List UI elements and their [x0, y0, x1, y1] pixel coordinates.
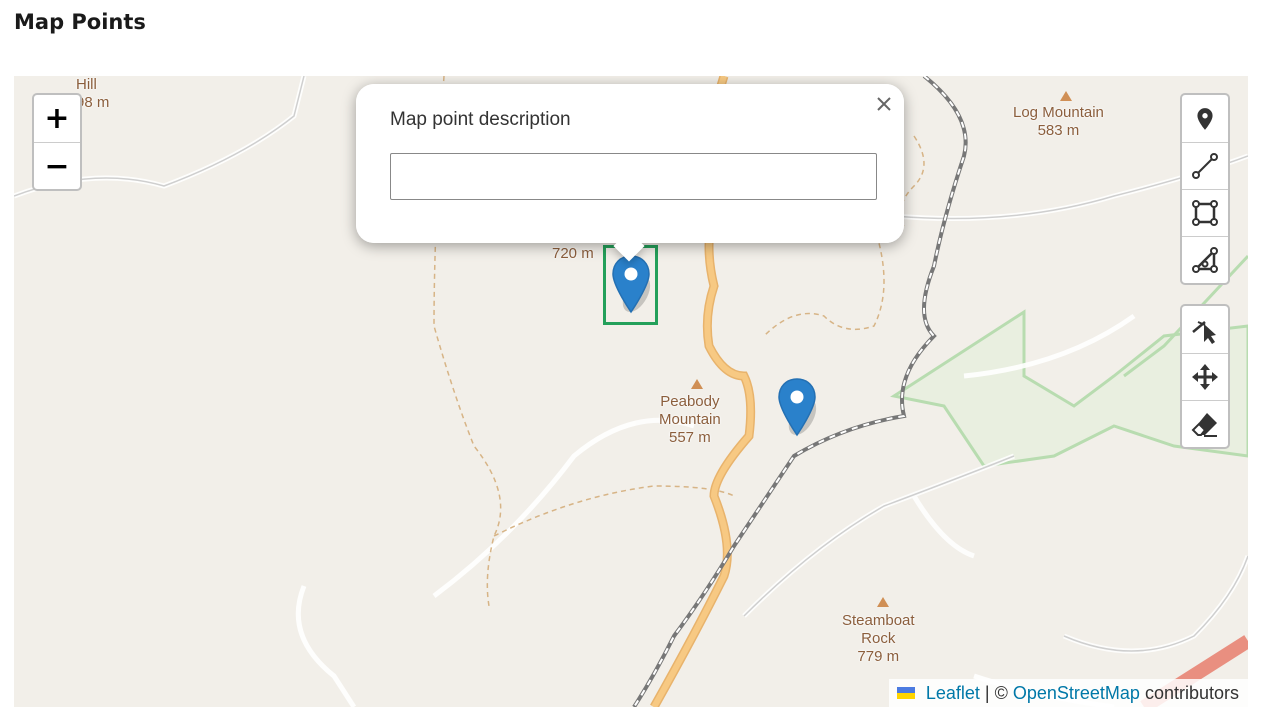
- openstreetmap-link[interactable]: OpenStreetMap: [1013, 683, 1140, 704]
- popup-label: Map point description: [390, 109, 571, 130]
- leaflet-link[interactable]: Leaflet: [926, 683, 980, 704]
- erase-button[interactable]: [1182, 400, 1228, 447]
- zoom-out-button[interactable]: −: [34, 142, 80, 189]
- drag-button[interactable]: [1182, 353, 1228, 400]
- cut-icon: [1192, 320, 1216, 344]
- description-input[interactable]: [390, 153, 877, 200]
- label-720m: 720 m: [552, 245, 594, 263]
- label-log-mountain-text: Log Mountain 583 m: [1013, 104, 1104, 139]
- cut-button[interactable]: [1182, 306, 1228, 353]
- label-steamboat: Steamboat Rock 779 m: [842, 612, 915, 666]
- map-container[interactable]: Hill 98 m 720 m Log Mountain 583 m Peabo…: [14, 76, 1248, 707]
- draw-polygon-button[interactable]: [1182, 236, 1228, 283]
- draw-rectangle-button[interactable]: [1182, 189, 1228, 236]
- edit-toolbar: [1180, 304, 1230, 449]
- popup-content: Map point description: [356, 84, 904, 243]
- zoom-in-button[interactable]: +: [34, 95, 80, 142]
- close-icon[interactable]: [874, 94, 894, 114]
- label-steamboat-text: Steamboat Rock 779 m: [842, 612, 915, 665]
- label-peabody-text: Peabody Mountain 557 m: [659, 393, 721, 446]
- polygon-icon: [1192, 247, 1218, 273]
- peak-icon: [1060, 91, 1072, 101]
- rectangle-icon: [1192, 200, 1218, 226]
- label-720m-text: 720 m: [552, 245, 594, 262]
- attribution-separator: | ©: [984, 682, 1008, 703]
- move-icon: [1192, 364, 1218, 390]
- map-pin-icon: [1197, 107, 1213, 130]
- page-title: Map Points: [14, 10, 146, 34]
- zoom-control: + −: [32, 93, 82, 191]
- label-peabody: Peabody Mountain 557 m: [659, 393, 721, 447]
- draw-polyline-button[interactable]: [1182, 142, 1228, 189]
- marker-2[interactable]: [777, 377, 817, 439]
- map-attribution: Leaflet | © OpenStreetMap contributors: [888, 679, 1248, 707]
- marker-1[interactable]: [611, 254, 651, 316]
- attribution-suffix: contributors: [1144, 682, 1239, 703]
- peak-icon: [691, 379, 703, 389]
- draw-marker-button[interactable]: [1182, 95, 1228, 142]
- ukraine-flag-icon: [896, 687, 915, 699]
- draw-toolbar: [1180, 93, 1230, 285]
- marker-popup: Map point description: [356, 84, 904, 262]
- polyline-icon: [1192, 153, 1218, 179]
- eraser-icon: [1191, 413, 1217, 437]
- label-log-mountain: Log Mountain 583 m: [1013, 104, 1104, 140]
- peak-icon: [877, 597, 889, 607]
